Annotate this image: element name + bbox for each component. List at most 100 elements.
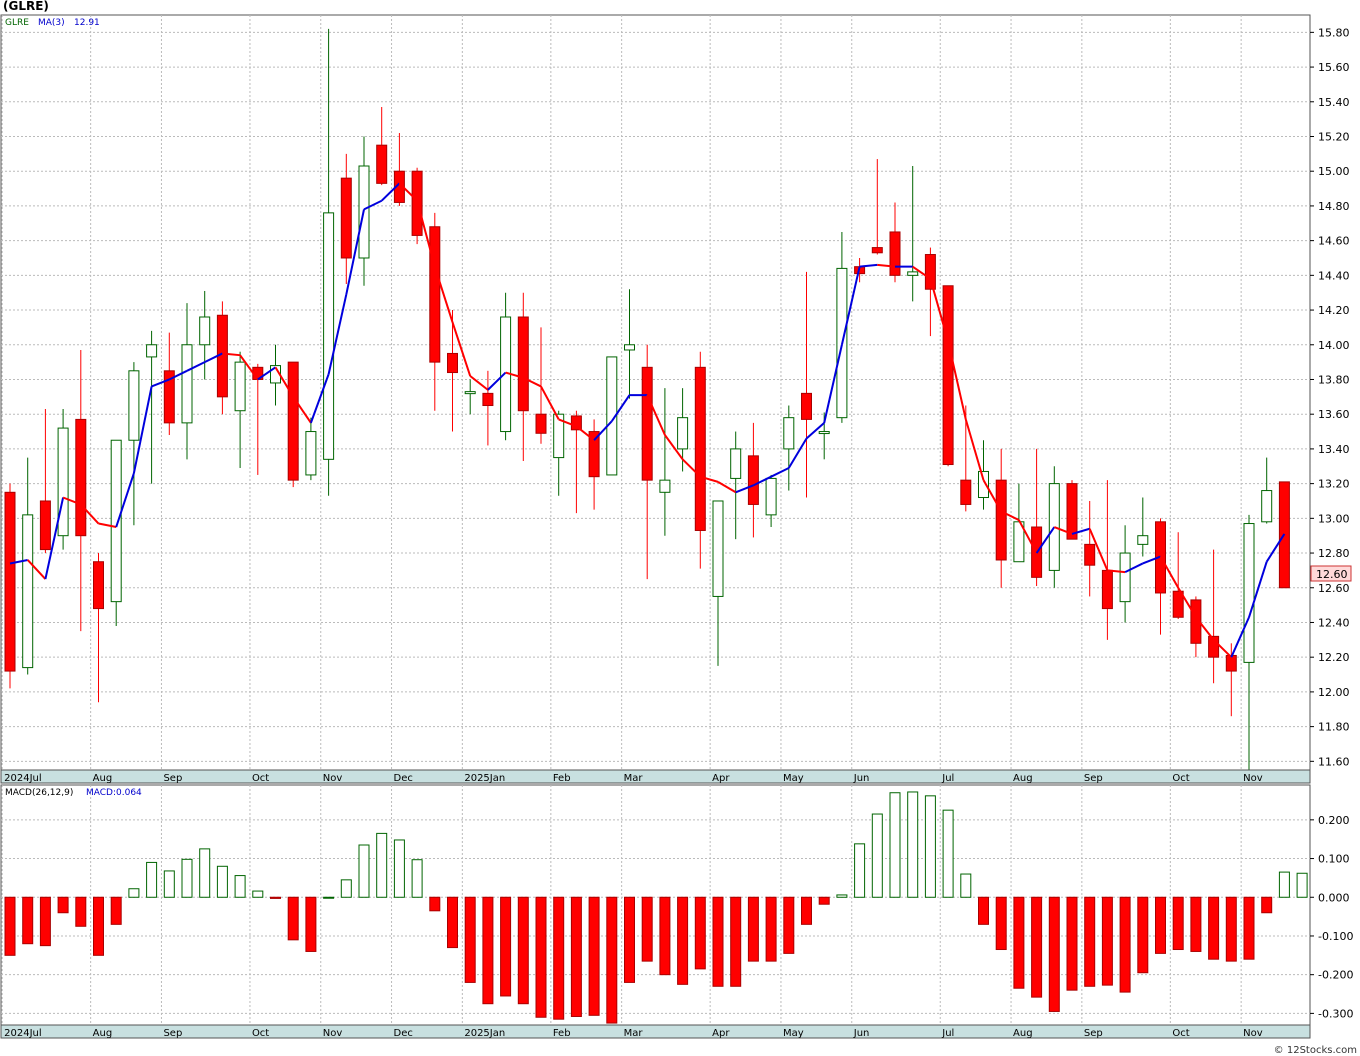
candle-body <box>889 231 901 276</box>
x-tick-label: Oct <box>1172 1028 1189 1039</box>
candle-body <box>783 417 795 450</box>
macd-bar <box>110 896 122 925</box>
legend-ma-value: 12.91 <box>74 18 100 28</box>
macd-bar <box>393 839 405 898</box>
x-tick-label: Feb <box>553 773 571 784</box>
candle-body <box>960 479 972 505</box>
x-tick-label: Aug <box>1013 1028 1033 1039</box>
legend-symbol: GLRE <box>5 18 29 28</box>
y-tick-label: 12.80 <box>1318 547 1350 560</box>
candle-body <box>1084 543 1096 566</box>
candle-body <box>1261 490 1273 523</box>
candle-body <box>464 391 476 395</box>
x-tick-label: Sep <box>163 1028 182 1039</box>
y-tick-label: 12.00 <box>1318 686 1350 699</box>
x-tick-label: 2024Jul <box>4 1028 42 1039</box>
y-tick-label: 14.00 <box>1318 339 1350 352</box>
macd-bar <box>712 896 724 987</box>
macd-y-axis: 0.200 0.100 0.000 -0.100 -0.200 -0.300 <box>1310 814 1353 1020</box>
macd-bar <box>1296 872 1308 898</box>
x-tick-label: Nov <box>1243 773 1263 784</box>
macd-bar <box>1261 896 1273 914</box>
candle-body <box>641 366 653 481</box>
macd-bar <box>216 865 228 898</box>
x-tick-label: Oct <box>252 1028 269 1039</box>
macd-bar <box>747 896 759 962</box>
candle-body <box>570 415 582 431</box>
x-tick-label: Nov <box>323 1028 343 1039</box>
macd-bar <box>1013 896 1025 989</box>
macd-bar <box>57 896 69 914</box>
price-x-axis-bar <box>0 769 1311 784</box>
y-tick-label: 14.40 <box>1318 269 1350 282</box>
y-tick-label: 11.80 <box>1318 721 1350 734</box>
candle-body <box>146 344 158 358</box>
x-tick-label: Nov <box>1243 1028 1263 1039</box>
x-tick-label: May <box>783 1028 804 1039</box>
x-tick-label: Jun <box>853 773 870 784</box>
macd-bar <box>730 896 742 987</box>
macd-bar <box>1119 896 1131 993</box>
macd-bar <box>39 896 51 947</box>
candle-body <box>75 418 87 537</box>
candle-body <box>482 392 494 407</box>
y-tick-label: 13.60 <box>1318 408 1350 421</box>
macd-bar <box>323 896 335 899</box>
candle <box>57 408 69 550</box>
y-tick-label: 12.40 <box>1318 616 1350 629</box>
macd-bar <box>464 896 476 983</box>
legend-ma-label: MA(3) <box>38 18 65 28</box>
candle-body <box>694 366 706 531</box>
macd-bar <box>836 894 848 898</box>
macd-bar <box>924 795 936 898</box>
macd-bar <box>677 896 689 985</box>
credit-text: © 12Stocks.com <box>1273 1045 1357 1056</box>
x-tick-label: Apr <box>712 1028 730 1039</box>
candle-body <box>429 226 441 363</box>
candle-body <box>376 144 388 184</box>
macd-bar <box>482 896 494 1005</box>
macd-bar <box>128 888 140 898</box>
candle-body <box>181 344 193 424</box>
y-tick-label: 15.20 <box>1318 130 1350 143</box>
candle-body <box>22 514 34 669</box>
candle-body <box>624 344 635 351</box>
macd-bar <box>1225 896 1237 962</box>
candle-body <box>1225 654 1237 672</box>
candle-body <box>765 477 777 516</box>
candle-body <box>128 370 140 441</box>
macd-bar <box>1278 871 1290 898</box>
macd-bar <box>801 896 812 925</box>
macd-bar <box>305 896 317 952</box>
macd-bar <box>1101 896 1113 986</box>
macd-y-tick-label: 0.100 <box>1318 853 1350 866</box>
candle-body <box>747 455 759 505</box>
x-tick-label: May <box>783 773 804 784</box>
macd-bar <box>907 791 919 898</box>
x-tick-label: Aug <box>1013 773 1033 784</box>
price-panel: 11.60 11.80 12.00 12.20 12.40 12.60 12.80 13.00… <box>0 14 1352 784</box>
price-y-axis: 11.60 11.80 12.00 12.20 12.40 12.60 12.80 13.00… <box>1310 26 1350 768</box>
x-tick-label: Dec <box>394 773 413 784</box>
macd-bar <box>22 896 34 945</box>
candle-body <box>4 491 16 672</box>
candle <box>1066 480 1078 540</box>
macd-x-axis-bar <box>0 1024 1311 1039</box>
candle-body <box>1101 569 1113 610</box>
candle-body <box>924 254 936 290</box>
x-tick-label: Mar <box>624 773 644 784</box>
candle <box>4 483 16 689</box>
y-tick-label: 11.60 <box>1318 755 1350 768</box>
candle-body <box>995 479 1007 561</box>
candle <box>942 285 954 467</box>
macd-bar <box>358 844 370 898</box>
candle-body <box>447 352 458 374</box>
candle-body <box>93 561 104 610</box>
y-tick-label: 14.60 <box>1318 235 1350 248</box>
macd-bar <box>1066 896 1078 991</box>
macd-bar <box>1172 896 1184 951</box>
candle-body <box>1119 552 1131 603</box>
candle <box>216 301 228 415</box>
candle-body <box>1137 535 1149 545</box>
x-tick-label: Oct <box>1172 773 1189 784</box>
